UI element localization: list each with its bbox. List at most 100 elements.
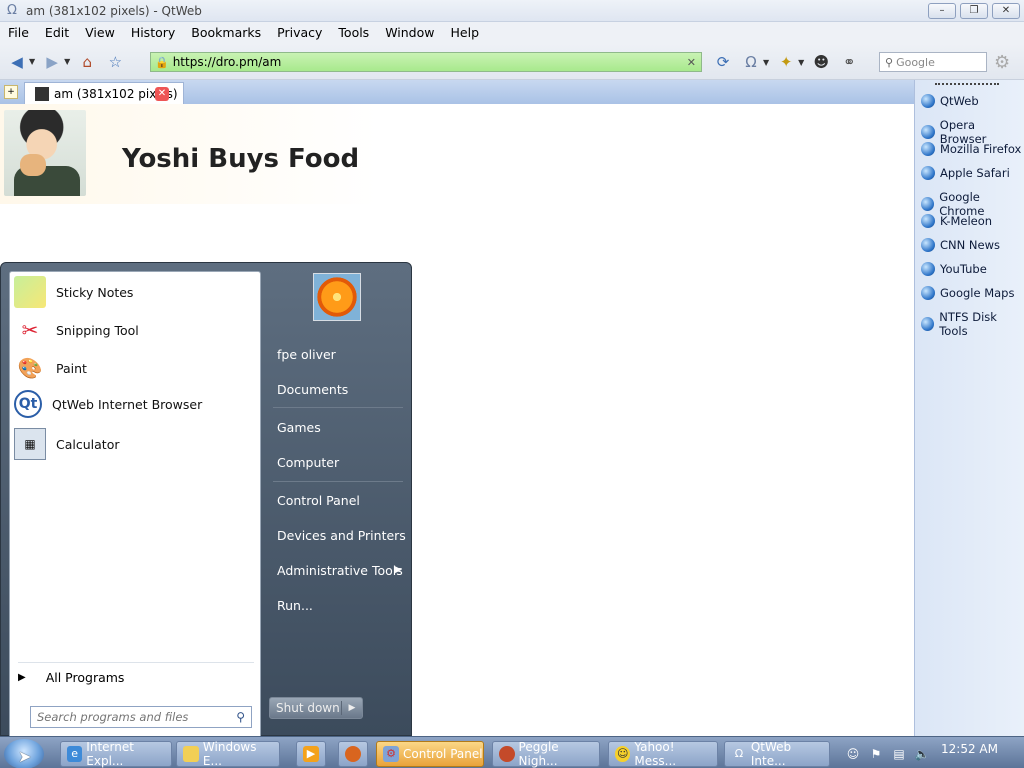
restore-button[interactable]: ❐: [960, 3, 988, 19]
menu-view[interactable]: View: [77, 22, 123, 44]
link-icon[interactable]: ⚭: [838, 51, 860, 73]
sidebar-item-youtube[interactable]: YouTube: [921, 262, 987, 276]
clear-url-icon[interactable]: ✕: [687, 56, 696, 69]
program-paint[interactable]: 🎨 Paint: [14, 352, 87, 384]
user-folder-link[interactable]: fpe oliver: [277, 347, 336, 362]
toolbar-right-icons: ⟳ Ω ▼ ✦ ▼ ☻ ⚭: [706, 51, 860, 73]
administrative-tools-label: Administrative Tools: [277, 563, 403, 578]
navigation-toolbar: ◀ ▼ ▶ ▼ ⌂ ☆ 🔒 https://dro.pm/am ✕ ⟳ Ω ▼ …: [0, 44, 1024, 80]
home-icon[interactable]: ⌂: [76, 51, 98, 73]
sidebar-grip[interactable]: [935, 83, 999, 85]
address-bar[interactable]: 🔒 https://dro.pm/am ✕: [150, 52, 702, 72]
run-link[interactable]: Run...: [277, 598, 313, 613]
sidebar-item-google-maps[interactable]: Google Maps: [921, 286, 1014, 300]
sidebar-item-firefox[interactable]: Mozilla Firefox: [921, 142, 1021, 156]
globe-icon: [921, 125, 935, 139]
reload-icon[interactable]: ⟳: [712, 51, 734, 73]
globe-icon: [921, 262, 935, 276]
sidebar-item-kmeleon[interactable]: K-Meleon: [921, 214, 992, 228]
minimize-button[interactable]: –: [928, 3, 956, 19]
menu-file[interactable]: File: [0, 22, 37, 44]
sidebar-item-label: YouTube: [940, 262, 987, 276]
shutdown-label[interactable]: Shut down: [270, 701, 342, 715]
program-snipping-tool[interactable]: ✂ Snipping Tool: [14, 314, 139, 346]
url-text[interactable]: https://dro.pm/am: [173, 55, 687, 69]
menu-history[interactable]: History: [123, 22, 183, 44]
start-menu: Sticky Notes ✂ Snipping Tool 🎨 Paint Qt …: [0, 262, 412, 737]
back-icon[interactable]: ◀: [6, 51, 28, 73]
task-yahoo-messenger[interactable]: ☺ Yahoo! Mess...: [608, 740, 718, 768]
games-link[interactable]: Games: [277, 420, 321, 435]
devices-and-printers-link[interactable]: Devices and Printers: [277, 528, 406, 543]
menu-window[interactable]: Window: [377, 22, 442, 44]
menu-tools[interactable]: Tools: [330, 22, 377, 44]
all-programs-link[interactable]: ▶ All Programs: [18, 670, 124, 685]
shutdown-button[interactable]: Shut down ▶: [269, 697, 363, 719]
documents-link[interactable]: Documents: [277, 382, 348, 397]
action-center-flag-icon[interactable]: ⚑: [868, 746, 884, 762]
search-icon: ⚲: [885, 55, 894, 69]
bookmark-star-icon[interactable]: ☆: [104, 51, 126, 73]
menu-edit[interactable]: Edit: [37, 22, 77, 44]
task-media-player[interactable]: ▶: [296, 741, 326, 767]
task-internet-explorer[interactable]: e Internet Expl...: [60, 740, 172, 768]
sidebar-item-ntfs-disk-tools[interactable]: NTFS Disk Tools: [921, 310, 1024, 338]
profile-banner: Yoshi Buys Food: [0, 104, 378, 204]
tab-am[interactable]: am (381x102 pixels) ✕: [24, 82, 184, 104]
new-tab-icon[interactable]: +: [4, 85, 18, 99]
program-sticky-notes[interactable]: Sticky Notes: [14, 276, 133, 308]
task-label: Control Panel: [403, 747, 483, 761]
tab-close-icon[interactable]: ✕: [155, 87, 169, 101]
task-windows-explorer[interactable]: Windows E...: [176, 740, 280, 768]
privacy-user-icon[interactable]: ☻: [810, 51, 832, 73]
sidebar-item-safari[interactable]: Apple Safari: [921, 166, 1010, 180]
search-placeholder[interactable]: Google: [896, 56, 935, 69]
menu-privacy[interactable]: Privacy: [269, 22, 330, 44]
menu-bookmarks[interactable]: Bookmarks: [183, 22, 269, 44]
program-calculator[interactable]: ▦ Calculator: [14, 428, 119, 460]
task-peggle-nights[interactable]: Peggle Nigh...: [492, 740, 600, 768]
close-button[interactable]: ✕: [992, 3, 1020, 19]
magic-wand-icon[interactable]: ✦: [775, 51, 797, 73]
task-control-panel[interactable]: ⚙ Control Panel: [376, 741, 484, 767]
menu-help[interactable]: Help: [443, 22, 488, 44]
network-icon[interactable]: ▤: [891, 746, 907, 762]
program-label: Calculator: [56, 436, 120, 452]
program-qtweb[interactable]: Qt QtWeb Internet Browser: [14, 390, 202, 418]
program-label: QtWeb Internet Browser: [52, 396, 203, 412]
start-search-input[interactable]: [37, 710, 217, 724]
wand-dropdown-icon[interactable]: ▼: [798, 58, 804, 67]
user-picture[interactable]: [313, 273, 361, 321]
expand-arrow-icon: ▶: [18, 672, 26, 683]
task-qtweb[interactable]: Ω QtWeb Inte...: [724, 740, 830, 768]
taskbar-clock[interactable]: 12:52 AM: [941, 742, 998, 756]
settings-gear-icon[interactable]: ⚙: [994, 52, 1010, 73]
start-search-box[interactable]: ⚲: [30, 706, 252, 728]
program-label: Paint: [56, 360, 87, 376]
task-firefox[interactable]: [338, 741, 368, 767]
search-icon[interactable]: ⚲: [236, 710, 245, 724]
sidebar-item-label: Mozilla Firefox: [940, 142, 1022, 156]
sidebar-item-qtweb[interactable]: QtWeb: [921, 94, 979, 108]
shutdown-options-icon[interactable]: ▶: [342, 703, 362, 713]
task-label: Peggle Nigh...: [518, 740, 559, 768]
web-search-box[interactable]: ⚲ Google: [879, 52, 987, 72]
sidebar-item-cnn[interactable]: CNN News: [921, 238, 1000, 252]
sidebar-item-label: Google Maps: [940, 286, 1015, 300]
volume-muted-icon[interactable]: 🔈: [914, 746, 930, 762]
program-label: Sticky Notes: [56, 284, 134, 300]
computer-link[interactable]: Computer: [277, 455, 339, 470]
forward-icon[interactable]: ▶: [41, 51, 63, 73]
control-panel-link[interactable]: Control Panel: [277, 493, 360, 508]
forward-dropdown-icon[interactable]: ▼: [64, 57, 70, 66]
control-panel-icon: ⚙: [383, 746, 399, 762]
sidebar-item-label: Apple Safari: [940, 166, 1010, 180]
tray-smiley-icon[interactable]: ☺: [845, 746, 861, 762]
qtweb-menu-dropdown-icon[interactable]: ▼: [763, 58, 769, 67]
programs-divider: [18, 662, 254, 663]
qtweb-menu-icon[interactable]: Ω: [740, 51, 762, 73]
back-dropdown-icon[interactable]: ▼: [29, 57, 35, 66]
administrative-tools-link[interactable]: Administrative Tools ▶: [277, 563, 407, 578]
task-label: Internet Expl...: [86, 740, 134, 768]
scissors-icon: ✂: [21, 318, 39, 342]
